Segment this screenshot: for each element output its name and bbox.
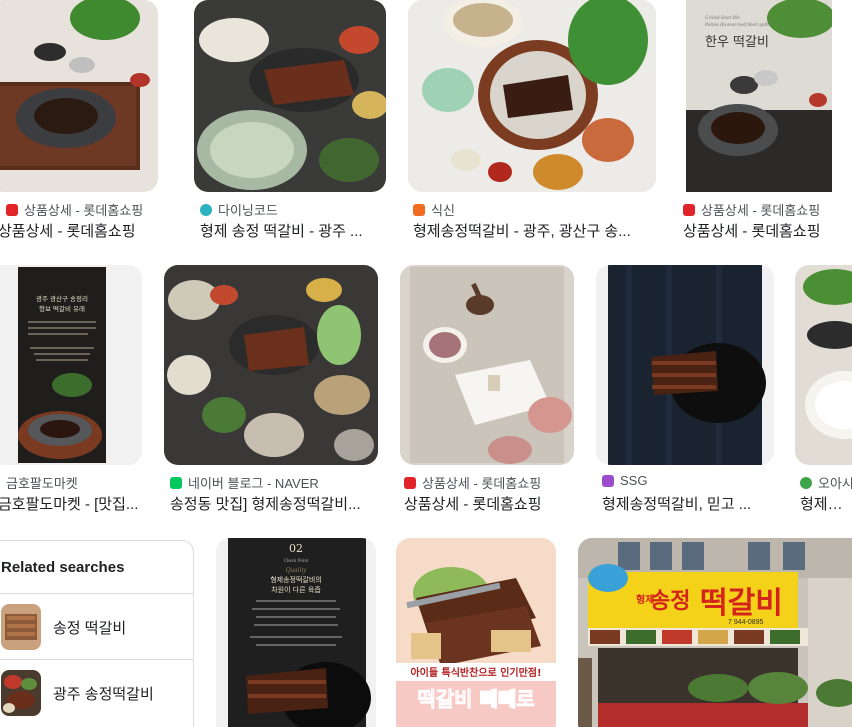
r3c2-title-line2: 차원이 다른 육즙 <box>271 585 321 594</box>
result-3-title[interactable]: 형제송정떡갈비 - 광주, 광산구 송... <box>413 220 651 241</box>
result-7-title[interactable]: 상품상세 - 롯데홈쇼핑 <box>404 493 574 514</box>
related-searches-heading: Related searches <box>1 559 125 576</box>
r3c2-en-line1: Check Point <box>284 559 309 564</box>
result-1-thumbnail[interactable] <box>0 0 158 192</box>
lotte-icon <box>404 476 416 489</box>
r3c2-en-line2: Quality <box>286 566 308 574</box>
result-1-source[interactable]: 상품상세 - 롯데홈쇼핑 <box>6 200 143 219</box>
related-search-item[interactable]: 광주 송정떡갈비 <box>0 659 193 725</box>
diningcode-icon <box>200 203 212 216</box>
result-5-source[interactable]: 금호팔도마켓 <box>6 473 78 492</box>
result-7-source[interactable]: 상품상세 - 롯데홈쇼핑 <box>404 473 541 492</box>
result-5-title[interactable]: 금호팔도마켓 - [맛집... <box>0 493 143 514</box>
result-6-thumbnail[interactable] <box>164 265 378 465</box>
lotte-icon <box>6 203 18 216</box>
result-11-thumbnail[interactable]: 아이들 특식반찬으로 인기만점! 떡갈비 빼빼로 <box>396 538 556 727</box>
r2c1-title-text: 광주 광산구 송정리 <box>36 294 88 303</box>
related-search-item[interactable]: 송정 떡갈비 <box>0 593 193 659</box>
r3c2-title-line1: 형제송정떡갈비의 <box>270 575 322 584</box>
r1c4-title-text: 한우 떡갈비 <box>705 35 769 50</box>
result-2-source[interactable]: 다이닝코드 <box>200 200 278 219</box>
result-6-source[interactable]: 네이버 블로그 - NAVER <box>170 473 319 492</box>
result-4-title[interactable]: 상품상세 - 롯데홈쇼핑 <box>683 220 843 241</box>
result-8-thumbnail[interactable] <box>596 265 774 465</box>
result-3-thumbnail[interactable] <box>408 0 656 192</box>
result-4-thumbnail[interactable]: Grilled Short Rib Patties (Korean beef S… <box>686 0 832 192</box>
result-10-thumbnail[interactable]: 02 Check Point Quality 형제송정떡갈비의 차원이 다른 육… <box>216 538 376 727</box>
result-9-title[interactable]: 형제송정... <box>800 493 852 514</box>
result-9-thumbnail[interactable] <box>795 265 852 465</box>
result-1-title[interactable]: 상품상세 - 롯데홈쇼핑 <box>0 220 168 241</box>
r1c4-en-line1: Grilled Short Rib <box>705 16 740 21</box>
related-search-label: 광주 송정떡갈비 <box>53 686 154 703</box>
ssg-icon <box>602 474 614 487</box>
result-4-source[interactable]: 상품상세 - 롯데홈쇼핑 <box>683 200 820 219</box>
result-5-thumbnail[interactable]: 광주 광산구 송정리 형보 떡갈비 유래 <box>0 265 142 465</box>
result-9-source[interactable]: 오아시스 <box>800 473 852 492</box>
r3c3-caption-text: 아이들 특식반찬으로 인기만점! <box>410 666 541 679</box>
siksin-icon <box>413 203 425 216</box>
result-8-source[interactable]: SSG <box>602 473 647 488</box>
oasis-icon <box>800 476 812 489</box>
result-7-thumbnail[interactable] <box>400 265 574 465</box>
lotte-icon <box>683 203 695 216</box>
result-8-title[interactable]: 형제송정떡갈비, 믿고 ... <box>602 493 774 514</box>
related-searches-panel: Related searches 송정 떡갈비 광주 송정떡갈비 <box>0 540 194 727</box>
result-12-thumbnail[interactable]: 형제 송정 떡갈비 7 944-0895 <box>578 538 852 727</box>
related-search-thumbnail <box>1 670 41 716</box>
result-2-thumbnail[interactable] <box>194 0 386 192</box>
r3c2-number-text: 02 <box>289 542 303 555</box>
naver-blog-icon <box>170 476 182 489</box>
r2c1-sub-text: 형보 떡갈비 유래 <box>39 304 85 313</box>
r3c4-sign-big-text: 떡갈비 <box>700 586 783 621</box>
r1c4-en-line2: Patties (Korean beef Short galbi) <box>704 23 772 28</box>
related-search-thumbnail <box>1 604 41 650</box>
related-search-label: 송정 떡갈비 <box>53 620 127 637</box>
result-3-source[interactable]: 식신 <box>413 200 455 219</box>
result-6-title[interactable]: 송정동 맛집] 형제송정떡갈비... <box>170 493 375 514</box>
result-2-title[interactable]: 형제 송정 떡갈비 - 광주 ... <box>200 220 380 241</box>
r3c4-phone-text: 7 944-0895 <box>728 619 764 626</box>
r3c3-big-text: 떡갈비 빼빼로 <box>417 687 534 711</box>
r3c4-sign-text: 송정 <box>650 589 690 614</box>
